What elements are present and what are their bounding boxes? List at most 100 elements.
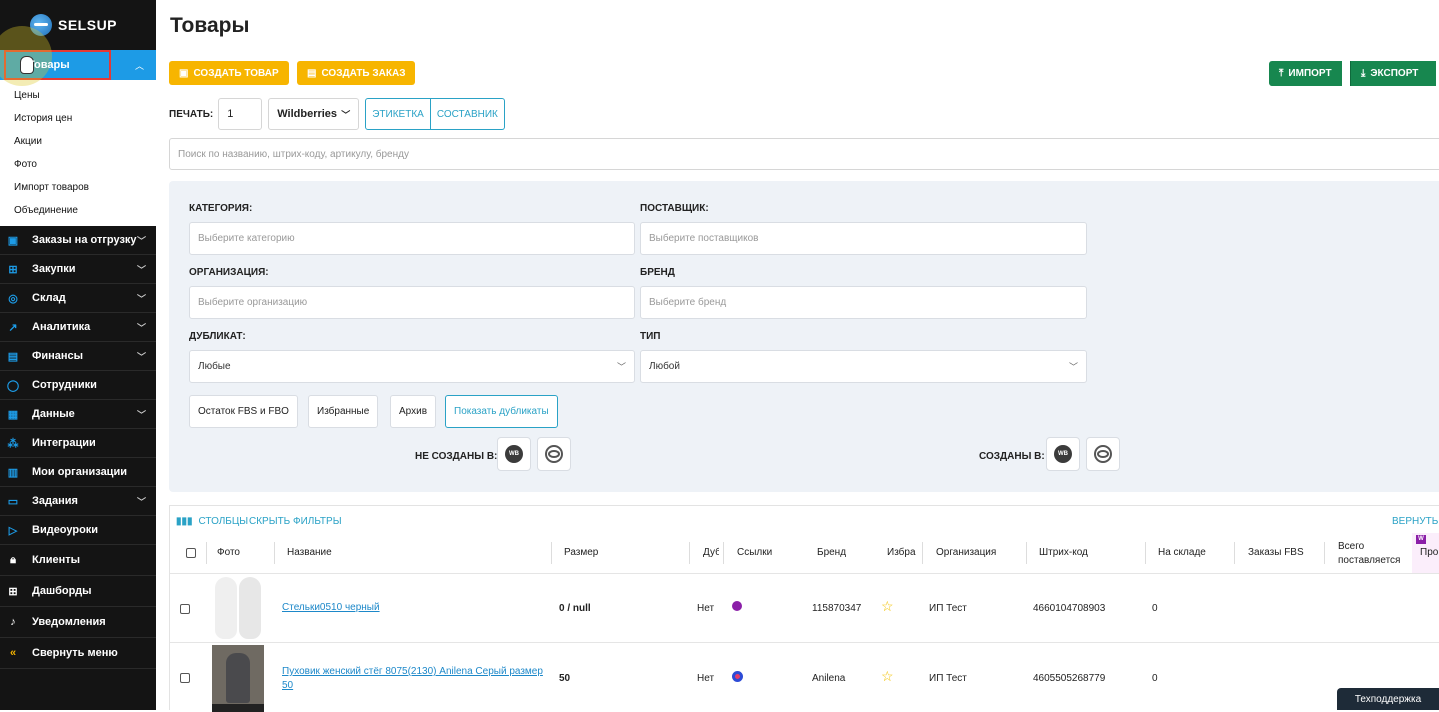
search-input[interactable]: Поиск по названию, штрих-коду, артикулу,…: [169, 138, 1439, 170]
column-divider: [1324, 542, 1325, 564]
submenu-photo[interactable]: Фото: [0, 153, 156, 176]
promo-column: W Про: [1412, 533, 1439, 573]
created-wb-button[interactable]: WB: [1046, 437, 1080, 471]
header-total-line2[interactable]: поставляется: [1338, 555, 1400, 566]
product-thumbnail[interactable]: [212, 645, 264, 712]
bar-chart-icon: ▥: [7, 466, 19, 479]
favorite-star-icon[interactable]: ☆: [881, 668, 894, 685]
column-divider: [551, 542, 552, 564]
sidebar-item-tasks[interactable]: ▭ Задания ﹀: [0, 487, 156, 516]
row-checkbox[interactable]: [180, 604, 190, 614]
columns-button[interactable]: ▮▮▮ СТОЛБЦЫ: [176, 516, 248, 527]
submenu-import-products[interactable]: Импорт товаров: [0, 176, 156, 199]
header-size[interactable]: Размер: [564, 547, 598, 558]
header-favorite[interactable]: Избра: [887, 547, 916, 558]
header-total-line1[interactable]: Всего: [1338, 541, 1364, 552]
supplier-select[interactable]: Выберите поставщиков: [640, 222, 1087, 255]
wallet-icon: ▤: [7, 350, 19, 363]
favorites-button[interactable]: Избранные: [308, 395, 379, 428]
main-content: Товары ▣ СОЗДАТЬ ТОВАР ▤ СОЗДАТЬ ЗАКАЗ ⤒ ИМ…: [156, 0, 1439, 712]
sidebar-item-dashboards[interactable]: ⊞ Дашборды: [0, 576, 156, 607]
type-select[interactable]: Любой ﹀: [640, 350, 1087, 383]
stock-fbs-fbo-button[interactable]: Остаток FBS и FBO: [189, 395, 298, 428]
select-all-checkbox[interactable]: [186, 548, 196, 558]
not-created-ozon-button[interactable]: [537, 437, 571, 471]
video-icon: ▷: [8, 524, 18, 537]
brand-cell: 115870347: [812, 603, 862, 614]
product-thumbnail[interactable]: [212, 577, 264, 639]
chevron-down-icon: ﹀: [136, 264, 146, 275]
header-brand[interactable]: Бренд: [817, 547, 846, 558]
row-checkbox[interactable]: [180, 673, 190, 683]
import-button[interactable]: ⤒ ИМПОРТ: [1269, 61, 1342, 86]
header-stock[interactable]: На складе: [1158, 547, 1206, 558]
sidebar-item-finance[interactable]: ▤ Финансы ﹀: [0, 342, 156, 371]
category-select[interactable]: Выберите категорию: [189, 222, 635, 255]
show-duplicates-button[interactable]: Показать дубликаты: [445, 395, 558, 428]
brand-label: БРЕНД: [640, 267, 675, 278]
return-button[interactable]: ВЕРНУТЬ: [1392, 516, 1438, 527]
archive-button[interactable]: Архив: [390, 395, 437, 428]
barcode-cell: 4660104708903: [1033, 603, 1106, 614]
created-ozon-button[interactable]: [1086, 437, 1120, 471]
chart-line-icon: ↗: [8, 321, 18, 334]
wildberries-link-icon[interactable]: [732, 601, 742, 611]
insole-left-image: [215, 577, 237, 639]
submenu-promotions[interactable]: Акции: [0, 130, 156, 153]
category-label: КАТЕГОРИЯ:: [189, 203, 253, 214]
highlight-box: Товары: [0, 26, 111, 86]
sidebar-item-organizations[interactable]: ▥ Мои организации: [0, 458, 156, 487]
create-product-button[interactable]: ▣ СОЗДАТЬ ТОВАР: [169, 61, 289, 85]
chevron-down-icon: ﹀: [136, 235, 146, 246]
print-label: ПЕЧАТЬ:: [169, 108, 214, 120]
table-row[interactable]: Стельки0510 черный 0 / null Нет 11587034…: [170, 573, 1439, 642]
sidebar-item-purchases[interactable]: ⊞ Закупки ﹀: [0, 255, 156, 284]
favorite-star-icon[interactable]: ☆: [881, 598, 894, 615]
header-photo[interactable]: Фото: [217, 547, 240, 558]
header-barcode[interactable]: Штрих-код: [1039, 547, 1088, 558]
organization-select[interactable]: Выберите организацию: [189, 286, 635, 319]
sidebar-item-analytics[interactable]: ↗ Аналитика ﹀: [0, 313, 156, 342]
duplicate-select[interactable]: Любые ﹀: [189, 350, 635, 383]
header-duplicate[interactable]: Дуб: [703, 547, 719, 558]
task-icon: ▭: [7, 495, 19, 508]
product-name-link[interactable]: Стельки0510 черный: [282, 602, 380, 613]
not-created-wb-button[interactable]: WB: [497, 437, 531, 471]
bell-icon: ♪: [10, 616, 16, 628]
submenu-prices[interactable]: Цены: [0, 84, 156, 107]
header-links[interactable]: Ссылки: [737, 547, 772, 558]
brand-select[interactable]: Выберите бренд: [640, 286, 1087, 319]
submenu-merge[interactable]: Объединение: [0, 199, 156, 222]
submenu-price-history[interactable]: История цен: [0, 107, 156, 130]
composite-button[interactable]: СОСТАВНИК: [430, 98, 505, 130]
table-row[interactable]: Пуховик женский стёг 8075(2130) Anilena …: [170, 642, 1439, 712]
header-name[interactable]: Название: [287, 547, 332, 558]
sidebar-item-products[interactable]: Товары ︿: [0, 26, 156, 86]
sidebar-item-warehouse[interactable]: ◎ Склад ﹀: [0, 284, 156, 313]
sidebar-item-integrations[interactable]: ⁂ Интеграции: [0, 429, 156, 458]
ozon-link-icon[interactable]: [732, 671, 743, 682]
hide-filters-button[interactable]: СКРЫТЬ ФИЛЬТРЫ: [249, 516, 342, 527]
support-chat-button[interactable]: Техподдержка: [1337, 688, 1439, 710]
product-name-link[interactable]: Пуховик женский стёг 8075(2130) Anilena …: [282, 665, 547, 693]
create-order-button[interactable]: ▤ СОЗДАТЬ ЗАКАЗ: [297, 61, 416, 85]
header-promo[interactable]: Про: [1420, 547, 1438, 558]
lock-icon: 🔒︎: [10, 553, 16, 566]
marketplace-select[interactable]: Wildberries ﹀: [268, 98, 360, 130]
sidebar-item-employees[interactable]: ◯ Сотрудники: [0, 371, 156, 400]
header-fbs-orders[interactable]: Заказы FBS: [1248, 547, 1304, 558]
label-button[interactable]: ЭТИКЕТКА: [365, 98, 431, 130]
organization-cell: ИП Тест: [929, 603, 967, 614]
header-organization[interactable]: Организация: [936, 547, 996, 558]
column-divider: [922, 542, 923, 564]
export-button[interactable]: ⤓ ЭКСПОРТ: [1350, 61, 1436, 86]
sidebar-item-collapse-menu[interactable]: «Свернуть меню: [0, 638, 156, 669]
sidebar-item-data[interactable]: ▦ Данные ﹀: [0, 400, 156, 429]
sidebar-item-notifications[interactable]: ♪ Уведомления: [0, 607, 156, 638]
chevron-down-icon: ﹀: [136, 496, 146, 507]
sidebar-item-video-lessons[interactable]: ▷ Видеоуроки: [0, 516, 156, 545]
column-divider: [723, 542, 724, 564]
sidebar-item-clients[interactable]: 🔒︎ Клиенты: [0, 545, 156, 576]
sidebar-item-shipping-orders[interactable]: ▣ Заказы на отгрузку ﹀: [0, 226, 156, 255]
print-quantity-input[interactable]: 1: [218, 98, 263, 130]
